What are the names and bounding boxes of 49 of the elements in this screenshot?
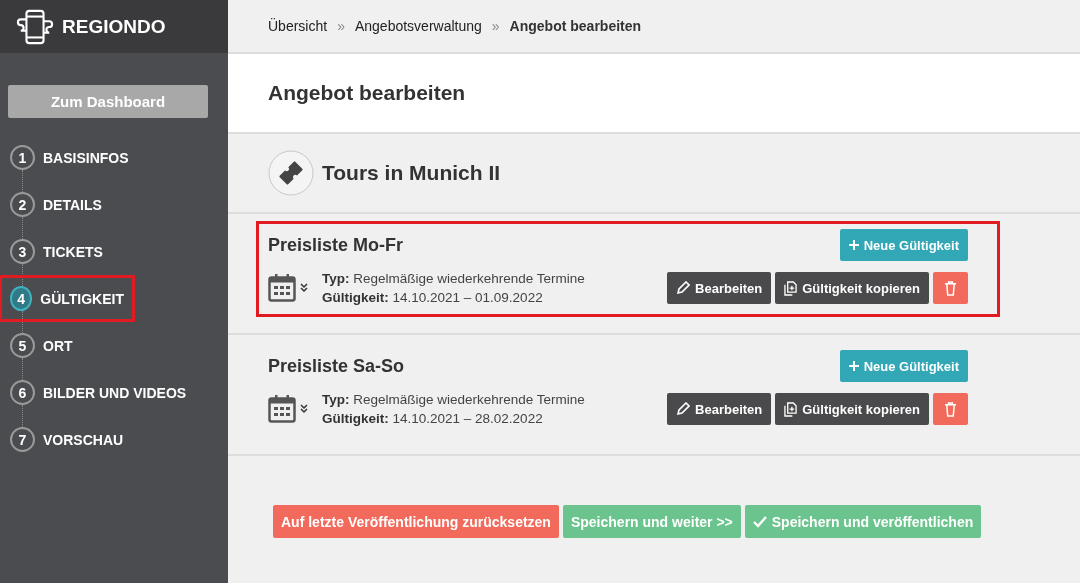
delete-button[interactable] (933, 272, 968, 304)
step-link[interactable]: TICKETS (43, 243, 103, 260)
copy-validity-button[interactable]: Gültigkeit kopieren (775, 393, 929, 425)
step-link[interactable]: BASISINFOS (43, 149, 129, 166)
breadcrumb-separator: » (491, 18, 500, 34)
pencil-icon (676, 281, 691, 295)
breadcrumb-link[interactable]: Angebotsverwaltung (354, 18, 482, 34)
step-number: 2 (10, 192, 35, 217)
step-link[interactable]: DETAILS (43, 196, 102, 213)
step-link[interactable]: BILDER UND VIDEOS (43, 384, 187, 401)
type-text: Typ: Regelmäßige wiederkehrende Termine (322, 270, 585, 288)
step-number: 1 (10, 145, 35, 170)
price-list-title: Preisliste Sa-So (268, 355, 405, 377)
step-link[interactable]: VORSCHAU (43, 431, 124, 448)
phone-logo-icon (16, 7, 54, 46)
type-text: Typ: Regelmäßige wiederkehrende Termine (322, 391, 585, 409)
copy-validity-button[interactable]: Gültigkeit kopieren (775, 272, 929, 304)
calendar-icon (268, 395, 296, 423)
price-list-title: Preisliste Mo-Fr (268, 234, 404, 256)
step-link[interactable]: GÜLTIGKEIT (40, 290, 124, 307)
delete-button[interactable] (933, 393, 968, 425)
plus-icon (848, 240, 859, 250)
breadcrumb-current: Angebot bearbeiten (509, 18, 642, 34)
breadcrumb-separator: » (337, 18, 345, 34)
double-chevron-icon[interactable] (300, 404, 308, 414)
ticket-icon (268, 150, 314, 196)
check-icon (752, 515, 767, 528)
brand-name: REGIONDO (62, 15, 166, 38)
double-chevron-icon[interactable] (300, 283, 308, 293)
trash-icon (944, 401, 957, 417)
step-link[interactable]: ORT (43, 337, 73, 354)
plus-icon (848, 361, 859, 371)
step-number: 6 (10, 380, 35, 405)
validity-text: Gültigkeit: 14.10.2021 – 28.02.2022 (322, 410, 544, 428)
validity-text: Gültigkeit: 14.10.2021 – 01.09.2022 (322, 289, 544, 307)
step-number: 4 (10, 286, 33, 311)
copy-icon (784, 401, 798, 417)
edit-button[interactable]: Bearbeiten (667, 272, 772, 304)
product-title: Tours in Munich II (322, 161, 501, 185)
page-title: Angebot bearbeiten (268, 81, 466, 105)
step-number: 7 (10, 427, 35, 452)
step-number: 3 (10, 239, 35, 264)
breadcrumb-link[interactable]: Übersicht (268, 18, 328, 34)
edit-button[interactable]: Bearbeiten (667, 393, 772, 425)
calendar-icon (268, 274, 296, 302)
pencil-icon (676, 402, 691, 416)
trash-icon (944, 280, 957, 296)
step-number: 5 (10, 333, 35, 358)
copy-icon (784, 280, 798, 296)
